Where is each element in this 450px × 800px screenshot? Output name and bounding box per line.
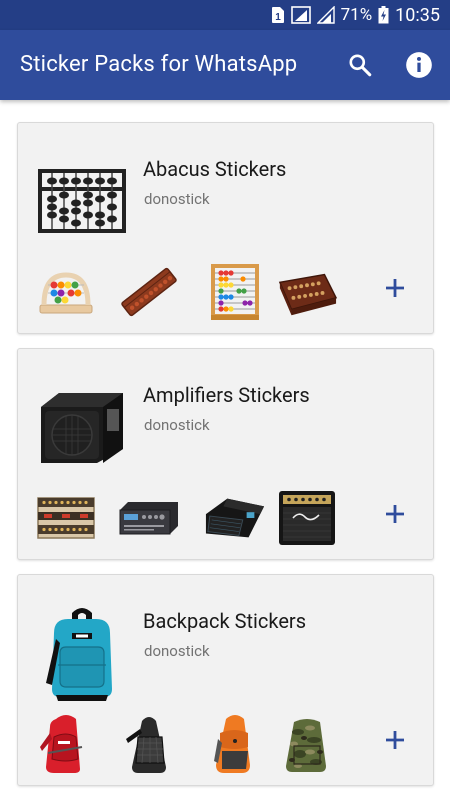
amplifier-icon [279, 491, 335, 545]
plus-icon [386, 731, 404, 749]
pack-title: Amplifiers Stickers [143, 383, 310, 407]
amplifier-icon [119, 502, 178, 535]
pack-tray-image [36, 607, 128, 701]
backpack-icon [214, 715, 250, 773]
amplifier-icon [41, 393, 123, 463]
plus-icon [386, 505, 404, 523]
backpack-icon [286, 719, 326, 772]
abacus-icon [38, 169, 126, 233]
search-button[interactable] [340, 45, 380, 85]
abacus-icon [39, 272, 93, 314]
status-bar: 1 71% 10:35 [0, 0, 450, 30]
add-to-whatsapp-button[interactable] [380, 725, 410, 755]
plus-icon [386, 279, 404, 297]
sticker-pack-list: Abacus Stickers donostick Amplifiers Sti… [0, 100, 450, 800]
sim-slot-number: 1 [275, 12, 281, 23]
pack-tray-image [36, 155, 128, 247]
sticker-preview [204, 261, 266, 323]
battery-charging-icon [378, 6, 389, 24]
pack-tray-image [36, 381, 128, 473]
amplifier-icon [205, 498, 265, 538]
pack-title: Backpack Stickers [143, 609, 307, 633]
sticker-pack-card[interactable]: Backpack Stickers donostick [17, 574, 434, 786]
pack-author: donostick [144, 190, 210, 208]
abacus-icon [211, 264, 259, 320]
sticker-preview [118, 261, 180, 323]
abacus-icon [121, 267, 177, 317]
backpack-icon [126, 717, 166, 773]
battery-percent: 71% [340, 5, 373, 25]
sticker-preview [276, 261, 338, 323]
info-button[interactable] [399, 45, 439, 85]
sticker-preview [35, 261, 97, 323]
sticker-preview [204, 713, 266, 775]
abacus-icon [278, 273, 338, 316]
pack-title: Abacus Stickers [143, 157, 287, 181]
sticker-preview [118, 713, 180, 775]
info-icon [406, 52, 432, 78]
pack-author: donostick [144, 642, 210, 660]
backpack-icon [46, 608, 112, 701]
sim-card-icon: 1 [271, 6, 285, 24]
sticker-preview [118, 487, 180, 549]
signal-icon-sim2 [316, 6, 335, 24]
sticker-preview [276, 487, 338, 549]
search-icon [349, 54, 372, 77]
clock: 10:35 [395, 4, 440, 26]
pack-author: donostick [144, 416, 210, 434]
amplifier-icon [37, 497, 95, 539]
sticker-pack-card[interactable]: Abacus Stickers donostick [17, 122, 434, 334]
app-bar: Sticker Packs for WhatsApp [0, 30, 450, 100]
sticker-preview [276, 713, 338, 775]
add-to-whatsapp-button[interactable] [380, 499, 410, 529]
sticker-pack-card[interactable]: Amplifiers Stickers donostick [17, 348, 434, 560]
sticker-preview [35, 487, 97, 549]
sticker-preview [204, 487, 266, 549]
sticker-preview [35, 713, 97, 775]
app-title: Sticker Packs for WhatsApp [20, 52, 298, 77]
signal-icon-sim1 [290, 6, 311, 24]
backpack-icon [40, 715, 83, 773]
add-to-whatsapp-button[interactable] [380, 273, 410, 303]
